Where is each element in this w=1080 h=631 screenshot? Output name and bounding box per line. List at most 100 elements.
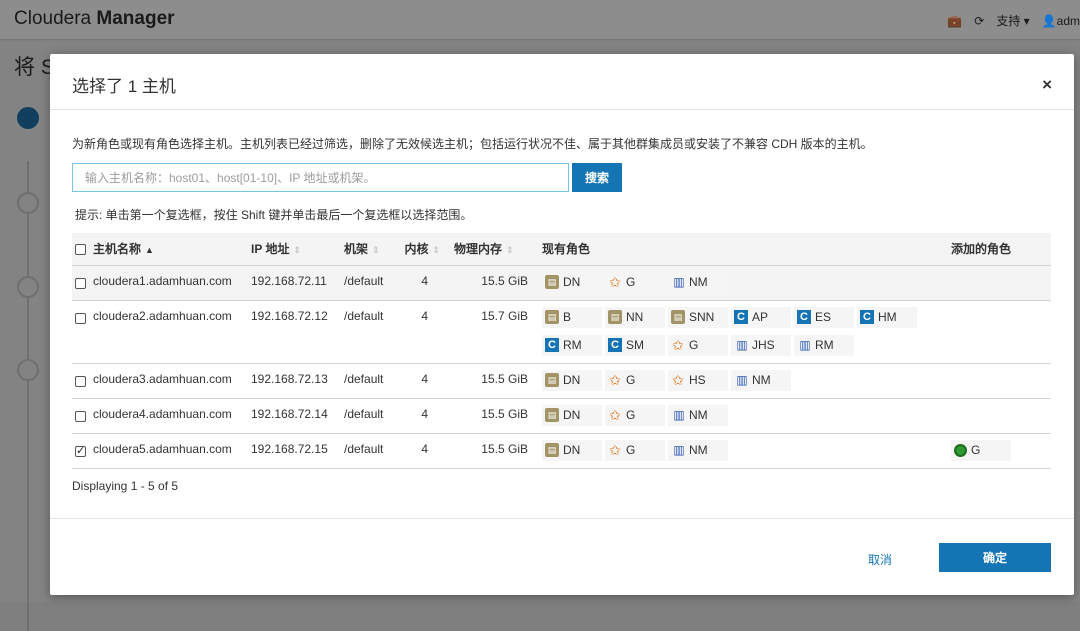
role-chip: C ES — [794, 306, 854, 328]
table-row[interactable]: cloudera4.adamhuan.com 192.168.72.14 /de… — [72, 398, 1051, 434]
host-memory: 15.5 GiB — [454, 265, 542, 301]
role-label: RM — [815, 338, 834, 352]
brand-logo[interactable]: Cloudera Manager — [14, 8, 175, 30]
top-navbar: Cloudera Manager 💼 ⟳ 支持 ▾ 👤adm — [0, 0, 1080, 40]
table-row[interactable]: cloudera5.adamhuan.com 192.168.72.15 /de… — [72, 433, 1051, 469]
briefcase-icon[interactable]: 💼 — [947, 14, 962, 28]
role-chip: C RM — [542, 334, 602, 356]
cloudera-c-icon: C — [860, 310, 874, 324]
role-chip: ▤ DN — [542, 404, 602, 426]
dialog-title: 选择了 1 主机 — [72, 77, 176, 96]
added-roles — [951, 265, 1051, 301]
role-label: HS — [689, 373, 706, 387]
host-name: cloudera4.adamhuan.com — [93, 398, 251, 434]
role-chip: ▤ NN — [605, 306, 665, 328]
host-ip: 192.168.72.11 — [251, 265, 344, 301]
host-ip: 192.168.72.15 — [251, 433, 344, 469]
column-rack[interactable]: 机架 ⇕ — [344, 233, 402, 266]
hdfs-icon: ▤ — [545, 443, 559, 457]
tasks-icon[interactable]: ⟳ — [974, 14, 984, 28]
dialog-description: 为新角色或现有角色选择主机。主机列表已经过筛选，删除了无效候选主机；包括运行状况… — [72, 137, 873, 151]
wizard-step-1 — [17, 107, 39, 129]
existing-roles: ▤ DN ✩ G ▥ NM — [542, 433, 951, 469]
table-row[interactable]: cloudera3.adamhuan.com 192.168.72.13 /de… — [72, 363, 1051, 399]
role-label: NN — [626, 310, 644, 324]
role-chip: ✩ G — [605, 271, 665, 293]
host-checkbox[interactable] — [75, 410, 86, 422]
host-name: cloudera1.adamhuan.com — [93, 265, 251, 301]
role-label: B — [563, 310, 572, 324]
role-chip: C SM — [605, 334, 665, 356]
host-cores: 4 — [402, 363, 454, 399]
column-host[interactable]: 主机名称 ▲ — [93, 233, 251, 266]
host-cores: 4 — [402, 398, 454, 434]
role-chip: ▥ NM — [731, 369, 791, 391]
role-label: NM — [689, 275, 708, 289]
yarn-icon: ▥ — [673, 408, 684, 422]
host-search-input[interactable] — [72, 163, 569, 192]
host-memory: 15.5 GiB — [454, 433, 542, 469]
sort-icon: ⇕ — [506, 245, 514, 256]
select-all-checkbox[interactable] — [75, 244, 86, 256]
role-label: NM — [689, 443, 708, 457]
host-rack: /default — [344, 265, 402, 301]
yarn-icon: ▥ — [799, 338, 810, 352]
host-memory: 15.7 GiB — [454, 300, 542, 364]
role-chip: ✩ G — [668, 334, 728, 356]
search-button[interactable]: 搜索 — [572, 163, 622, 192]
role-chip: ✩ HS — [668, 369, 728, 391]
yarn-icon: ▥ — [673, 443, 684, 457]
column-roles-label: 现有角色 — [542, 242, 591, 257]
cloudera-c-icon: C — [797, 310, 811, 324]
role-label: DN — [563, 373, 581, 387]
support-label: 支持 — [996, 14, 1021, 28]
host-memory: 15.5 GiB — [454, 398, 542, 434]
column-ip[interactable]: IP 地址 ⇕ — [251, 233, 344, 266]
role-label: SNN — [689, 310, 715, 324]
existing-roles: ▤ DN ✩ G ✩ HS ▥ NM — [542, 363, 951, 399]
role-label: G — [626, 408, 636, 422]
role-label: DN — [563, 275, 581, 289]
hdfs-icon: ▤ — [545, 310, 559, 324]
host-checkbox[interactable] — [75, 312, 86, 324]
gateway-star-icon: ✩ — [609, 372, 621, 388]
wizard-track — [27, 161, 29, 631]
role-chip: C AP — [731, 306, 791, 328]
role-label: AP — [752, 310, 769, 324]
host-checkbox[interactable] — [75, 444, 86, 457]
column-memory[interactable]: 物理内存 ⇕ — [454, 233, 542, 266]
support-menu[interactable]: 支持 ▾ — [996, 12, 1029, 29]
pagination-info: Displaying 1 - 5 of 5 — [72, 479, 179, 493]
wizard-step-4 — [17, 359, 39, 381]
host-name: cloudera2.adamhuan.com — [93, 300, 251, 364]
hosts-table-body: cloudera1.adamhuan.com 192.168.72.11 /de… — [72, 265, 1051, 469]
role-chip: ✩ G — [605, 369, 665, 391]
close-icon[interactable]: × — [1042, 75, 1052, 95]
confirm-button[interactable]: 确定 — [939, 543, 1051, 572]
host-checkbox[interactable] — [75, 277, 86, 289]
role-label: G — [626, 373, 636, 387]
yarn-icon: ▥ — [736, 338, 747, 352]
wizard-step-2 — [17, 192, 39, 214]
host-name: cloudera3.adamhuan.com — [93, 363, 251, 399]
table-row[interactable]: cloudera1.adamhuan.com 192.168.72.11 /de… — [72, 265, 1051, 301]
cloudera-c-icon: C — [608, 338, 622, 352]
role-chip: ▥ RM — [794, 334, 854, 356]
sort-asc-icon: ▲ — [145, 245, 154, 256]
user-menu[interactable]: 👤adm — [1042, 14, 1080, 28]
host-cores: 4 — [402, 300, 454, 364]
role-chip: ▥ NM — [668, 404, 728, 426]
role-chip: ✩ G — [605, 404, 665, 426]
column-cores[interactable]: 内核 ⇕ — [402, 233, 454, 266]
added-roles — [951, 300, 1051, 364]
user-icon: 👤 — [1041, 13, 1057, 28]
table-row[interactable]: cloudera2.adamhuan.com 192.168.72.12 /de… — [72, 300, 1051, 364]
host-checkbox[interactable] — [75, 375, 86, 387]
cancel-button[interactable]: 取消 — [862, 550, 898, 569]
role-chip: ▥ NM — [668, 271, 728, 293]
table-header-row: 主机名称 ▲ IP 地址 ⇕ 机架 ⇕ 内核 ⇕ 物理内存 ⇕ 现有角色 添加的角色 — [72, 233, 1051, 266]
gateway-star-icon: ✩ — [672, 372, 684, 388]
gateway-new-icon — [954, 443, 967, 457]
page-title: 将 S — [14, 56, 55, 79]
role-chip: ▥ JHS — [731, 334, 791, 356]
